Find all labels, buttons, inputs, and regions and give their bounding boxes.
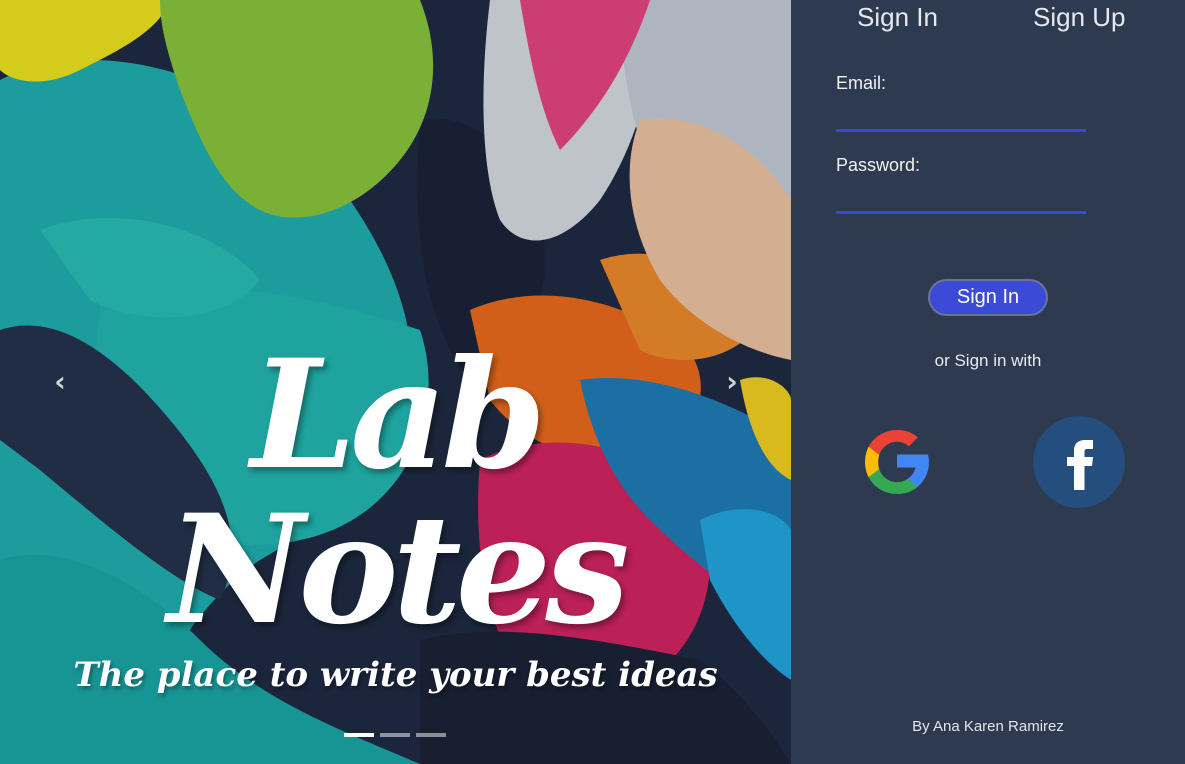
password-field[interactable] — [836, 184, 1086, 214]
tab-sign-in[interactable]: Sign In — [857, 2, 938, 33]
facebook-icon — [1033, 416, 1125, 508]
auth-panel: Sign In Sign Up Email: Password: Sign In… — [791, 0, 1185, 764]
carousel-indicator-2[interactable] — [380, 733, 410, 737]
logo-title-lab: Lab — [250, 327, 547, 503]
facebook-signin-button[interactable] — [1033, 416, 1125, 508]
email-field[interactable] — [836, 102, 1086, 132]
logo-title-notes: Notes — [167, 482, 629, 658]
tagline: The place to write your best ideas — [73, 655, 718, 695]
carousel-indicator-3[interactable] — [416, 733, 446, 737]
password-label: Password: — [836, 155, 921, 175]
email-label: Email: — [836, 73, 887, 93]
author-credit: By Ana Karen Ramirez — [912, 718, 1064, 735]
alt-signin-text: or Sign in with — [934, 351, 1042, 370]
hero-carousel: ‹ › Lab Notes The place to write your be… — [0, 0, 791, 764]
sign-in-button[interactable]: Sign In — [928, 279, 1048, 316]
google-signin-button[interactable] — [851, 416, 943, 508]
google-icon — [865, 430, 929, 494]
carousel-indicators — [344, 733, 446, 737]
tab-sign-up[interactable]: Sign Up — [1033, 2, 1126, 33]
carousel-indicator-1[interactable] — [344, 733, 374, 737]
